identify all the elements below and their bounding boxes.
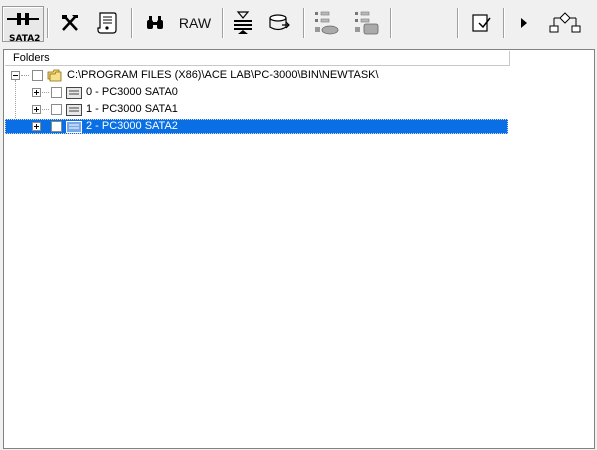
toolbar-separator xyxy=(47,8,48,38)
tools-button[interactable] xyxy=(56,6,84,40)
disk-export-button[interactable] xyxy=(264,6,294,40)
item-label: 1 - PC3000 SATA1 xyxy=(86,103,178,115)
folders-header: Folders xyxy=(5,51,510,66)
folders-icon xyxy=(47,69,62,82)
tools-icon xyxy=(62,15,78,31)
notepad-icon xyxy=(472,14,491,32)
tree-connector xyxy=(42,92,49,93)
sata2-port-button[interactable]: SATA2 xyxy=(2,6,44,44)
tree-drive-button[interactable] xyxy=(350,6,384,40)
binoculars-icon xyxy=(147,16,163,29)
drive-icon xyxy=(66,87,82,99)
toolbar-separator xyxy=(503,8,504,38)
sata2-connector-icon xyxy=(7,13,39,25)
expand-toggle[interactable] xyxy=(32,105,41,114)
root-checkbox[interactable] xyxy=(32,70,43,81)
folders-header-label: Folders xyxy=(13,52,50,64)
notepad-button[interactable] xyxy=(466,6,496,40)
script-button[interactable] xyxy=(92,6,122,40)
flowchart-button[interactable] xyxy=(545,6,585,40)
disk-export-icon xyxy=(269,14,290,31)
scroll-icon xyxy=(97,12,117,34)
raw-label: RAW xyxy=(178,15,212,31)
tree-drive-icon xyxy=(355,11,379,35)
drive-stack-icon xyxy=(234,11,252,34)
toolbar-separator xyxy=(390,8,391,38)
toolbar: SATA2 RAW xyxy=(0,0,597,46)
raw-button[interactable]: RAW xyxy=(174,6,216,40)
toolbar-separator xyxy=(303,8,304,38)
tree-list-icon xyxy=(315,11,339,35)
run-button[interactable] xyxy=(512,6,536,40)
drive-icon xyxy=(66,104,82,116)
tree-connector xyxy=(21,75,29,76)
tree-item-sata1[interactable]: 1 - PC3000 SATA1 xyxy=(5,102,508,117)
play-icon xyxy=(521,18,527,28)
drive-icon xyxy=(66,121,82,133)
toolbar-separator xyxy=(222,8,223,38)
drive-stack-button[interactable] xyxy=(228,6,258,40)
tree-item-sata2[interactable]: 2 - PC3000 SATA2 xyxy=(5,119,508,134)
item-label: 2 - PC3000 SATA2 xyxy=(86,120,178,132)
flowchart-icon xyxy=(549,12,581,33)
expand-toggle[interactable] xyxy=(32,122,41,131)
item-label: 0 - PC3000 SATA0 xyxy=(86,86,178,98)
sata2-label: SATA2 xyxy=(9,34,41,44)
expand-toggle[interactable] xyxy=(32,88,41,97)
tree-connector xyxy=(42,109,49,110)
tree-list-button[interactable] xyxy=(310,6,342,40)
search-button[interactable] xyxy=(140,6,170,40)
root-path: C:\PROGRAM FILES (X86)\ACE LAB\PC-3000\B… xyxy=(67,69,379,81)
item-checkbox[interactable] xyxy=(51,87,62,98)
toolbar-separator xyxy=(131,8,132,38)
toolbar-separator xyxy=(457,8,458,38)
collapse-toggle[interactable] xyxy=(11,71,20,80)
folders-panel: Folders C:\PROGRAM FILES (X86)\ACE LAB\P… xyxy=(3,49,595,449)
item-checkbox[interactable] xyxy=(51,104,62,115)
tree-item-sata0[interactable]: 0 - PC3000 SATA0 xyxy=(5,85,508,100)
tree-root-row[interactable]: C:\PROGRAM FILES (X86)\ACE LAB\PC-3000\B… xyxy=(5,68,508,83)
item-checkbox[interactable] xyxy=(51,121,62,132)
